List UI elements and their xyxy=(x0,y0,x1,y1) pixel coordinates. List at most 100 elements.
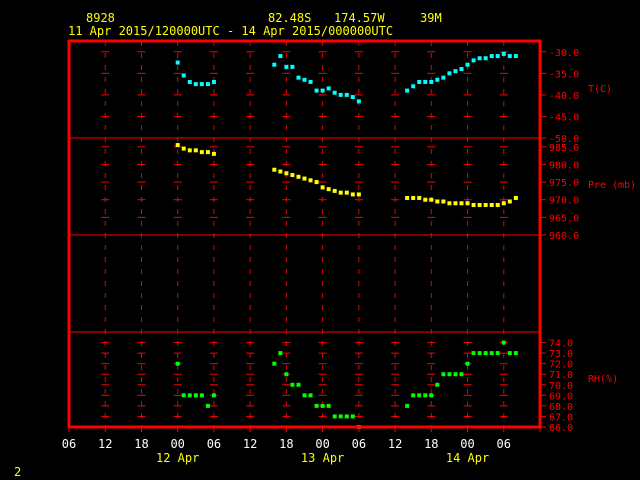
y-tick-label: 74.0 xyxy=(549,339,573,350)
data-point xyxy=(350,414,355,419)
data-point xyxy=(435,382,440,387)
y-tick-label: 985.0 xyxy=(549,143,579,154)
chart-marks xyxy=(175,51,518,429)
data-point xyxy=(278,169,283,174)
panel-ylabel: T(C) xyxy=(588,84,612,95)
data-point xyxy=(332,414,337,419)
data-point xyxy=(187,148,192,153)
data-point xyxy=(405,403,410,408)
data-point xyxy=(495,203,500,208)
data-point xyxy=(507,199,512,204)
y-tick-label: 960.0 xyxy=(549,231,579,242)
x-tick-label: 00 xyxy=(460,437,474,451)
data-point xyxy=(356,99,361,104)
data-point xyxy=(308,178,313,183)
data-point xyxy=(423,197,428,202)
data-point xyxy=(513,54,518,59)
y-tick-label: 69.0 xyxy=(549,391,573,402)
data-point xyxy=(429,393,434,398)
station-longitude: 174.57W xyxy=(334,11,385,25)
data-point xyxy=(187,79,192,84)
data-point xyxy=(290,64,295,69)
data-point xyxy=(175,60,180,65)
x-tick-label: 06 xyxy=(497,437,511,451)
data-point xyxy=(483,203,488,208)
panel-ylabel: RH(%) xyxy=(588,374,618,385)
data-point xyxy=(453,372,458,377)
station-latitude: 82.48S xyxy=(268,11,311,25)
x-tick-label: 06 xyxy=(352,437,366,451)
data-point xyxy=(338,414,343,419)
data-point xyxy=(332,188,337,193)
data-point xyxy=(477,351,482,356)
data-point xyxy=(211,79,216,84)
y-tick-label: 975.0 xyxy=(549,178,579,189)
data-point xyxy=(205,150,210,155)
x-tick-label: 18 xyxy=(279,437,293,451)
y-tick-label: -45.0 xyxy=(549,112,579,123)
station-id: 8928 xyxy=(86,11,115,25)
data-point xyxy=(284,64,289,69)
y-tick-label: 66.0 xyxy=(549,423,573,434)
data-point xyxy=(495,351,500,356)
data-point xyxy=(332,90,337,95)
data-point xyxy=(441,199,446,204)
data-point xyxy=(326,187,331,192)
data-point xyxy=(272,361,277,366)
data-point xyxy=(471,203,476,208)
data-point xyxy=(513,351,518,356)
plot-frame xyxy=(67,39,542,429)
data-point xyxy=(296,382,301,387)
data-point xyxy=(423,393,428,398)
data-point xyxy=(187,393,192,398)
x-tick-label: 06 xyxy=(207,437,221,451)
data-point xyxy=(199,393,204,398)
data-point xyxy=(477,56,482,61)
x-tick-label: 18 xyxy=(424,437,438,451)
panel-ylabel: Pre (mb) xyxy=(588,180,636,191)
data-point xyxy=(211,393,216,398)
data-point xyxy=(417,393,422,398)
data-point xyxy=(447,372,452,377)
data-point xyxy=(181,146,186,151)
data-point xyxy=(405,195,410,200)
x-tick-label: 06 xyxy=(62,437,76,451)
data-point xyxy=(175,361,180,366)
data-point xyxy=(344,92,349,97)
data-point xyxy=(344,190,349,195)
data-point xyxy=(489,54,494,59)
data-point xyxy=(205,403,210,408)
data-point xyxy=(417,195,422,200)
y-tick-label: 980.0 xyxy=(549,160,579,171)
x-tick-label: 00 xyxy=(170,437,184,451)
data-point xyxy=(435,199,440,204)
y-tick-label: 70.0 xyxy=(549,381,573,392)
data-point xyxy=(193,82,198,87)
meteogram-chart: 8928 82.48S 174.57W 39M 11 Apr 2015/1200… xyxy=(14,11,636,479)
y-tick-label: 68.0 xyxy=(549,402,573,413)
data-point xyxy=(447,201,452,206)
y-tick-label: -35.0 xyxy=(549,69,579,80)
data-point xyxy=(199,150,204,155)
chart-axes: -30.0-35.0-40.0-45.0-50.0T(C)960.0965.09… xyxy=(62,48,636,465)
data-point xyxy=(507,54,512,59)
y-tick-label: 72.0 xyxy=(549,360,573,371)
page-number: 2 xyxy=(14,465,21,479)
data-point xyxy=(338,92,343,97)
data-point xyxy=(302,176,307,181)
data-point xyxy=(483,56,488,61)
data-point xyxy=(290,173,295,178)
data-point xyxy=(326,86,331,91)
data-point xyxy=(205,82,210,87)
data-point xyxy=(290,382,295,387)
data-point xyxy=(507,351,512,356)
y-tick-label: 965.0 xyxy=(549,213,579,224)
x-tick-label: 12 xyxy=(243,437,257,451)
data-point xyxy=(441,372,446,377)
data-point xyxy=(465,361,470,366)
data-point xyxy=(350,95,355,100)
data-point xyxy=(314,180,319,185)
data-point xyxy=(320,88,325,93)
data-point xyxy=(465,62,470,67)
data-point xyxy=(429,197,434,202)
